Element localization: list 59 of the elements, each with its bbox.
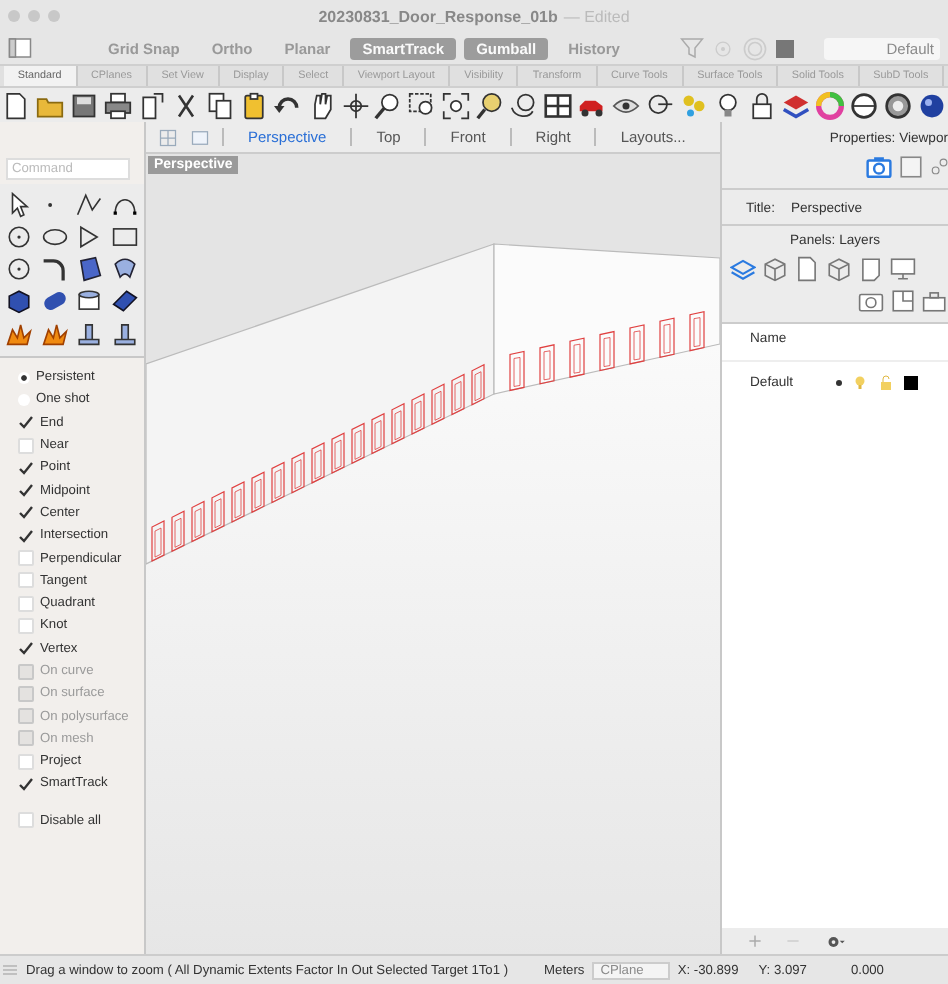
zoom-icon[interactable] (374, 91, 403, 119)
current-layer-dot[interactable] (836, 380, 842, 386)
circle-icon[interactable] (6, 224, 33, 250)
shaded-sphere-icon[interactable] (883, 91, 912, 119)
monitor-icon[interactable] (890, 256, 916, 282)
checkbox[interactable] (18, 504, 34, 521)
checkbox[interactable] (18, 640, 34, 657)
zoom-window-icon[interactable] (408, 91, 437, 119)
layer-color-swatch[interactable] (904, 376, 918, 390)
window-title: 20230831_Door_Response_01b (318, 7, 558, 25)
circle-icon[interactable] (6, 256, 33, 282)
rotate-view-icon[interactable] (510, 91, 539, 119)
dots-icon[interactable] (680, 91, 709, 119)
checkbox[interactable] (18, 775, 34, 792)
grip-icon[interactable] (2, 962, 18, 978)
glossy-sphere-icon[interactable] (917, 91, 946, 119)
patch-icon[interactable] (111, 256, 138, 282)
move-icon[interactable] (341, 91, 370, 119)
cube-icon[interactable] (826, 256, 852, 282)
cylinder-icon[interactable] (76, 288, 103, 314)
printer-icon[interactable] (103, 91, 132, 119)
zoom-selected-icon[interactable] (476, 91, 505, 119)
triangle-icon[interactable] (76, 224, 103, 250)
toolbox-icon[interactable] (922, 288, 948, 314)
layers-stack-icon[interactable] (781, 91, 810, 119)
checkbox[interactable] (18, 459, 34, 476)
pointer-icon[interactable] (6, 192, 33, 218)
sidebar-icon[interactable] (8, 36, 32, 60)
polyline-icon[interactable] (76, 192, 103, 218)
bulb-icon[interactable] (714, 91, 743, 119)
undo-icon[interactable] (273, 91, 302, 119)
box-icon[interactable] (6, 288, 33, 314)
save-icon[interactable] (69, 91, 98, 119)
explode-icon[interactable] (41, 320, 68, 346)
fillet-icon[interactable] (41, 256, 68, 282)
checkbox[interactable] (18, 482, 34, 499)
copy-icon[interactable] (205, 91, 234, 119)
cube-icon[interactable] (762, 256, 788, 282)
checkbox[interactable] (18, 527, 34, 544)
zoom-extents-icon[interactable] (442, 91, 471, 119)
slab-icon[interactable] (111, 288, 138, 314)
explode-icon[interactable] (6, 320, 33, 346)
camera-icon[interactable] (858, 288, 884, 314)
viewports-icon[interactable] (544, 91, 573, 119)
lock-icon[interactable] (747, 91, 776, 119)
surface-icon[interactable] (76, 256, 103, 282)
page-arrow-icon[interactable] (137, 91, 166, 119)
radio-button[interactable] (18, 371, 30, 384)
sphere-outline-icon[interactable] (849, 91, 878, 119)
ellipse-icon[interactable] (41, 224, 68, 250)
checkbox[interactable] (18, 414, 34, 431)
color-wheel-icon[interactable] (815, 91, 844, 119)
clipboard-icon[interactable] (239, 91, 268, 119)
rectangle-icon[interactable] (111, 224, 138, 250)
layers-icon[interactable] (730, 256, 756, 282)
layer-color-swatch[interactable] (775, 39, 794, 57)
camera-icon[interactable] (866, 154, 892, 180)
layout-icon[interactable] (890, 288, 916, 314)
square-icon[interactable] (898, 154, 924, 180)
